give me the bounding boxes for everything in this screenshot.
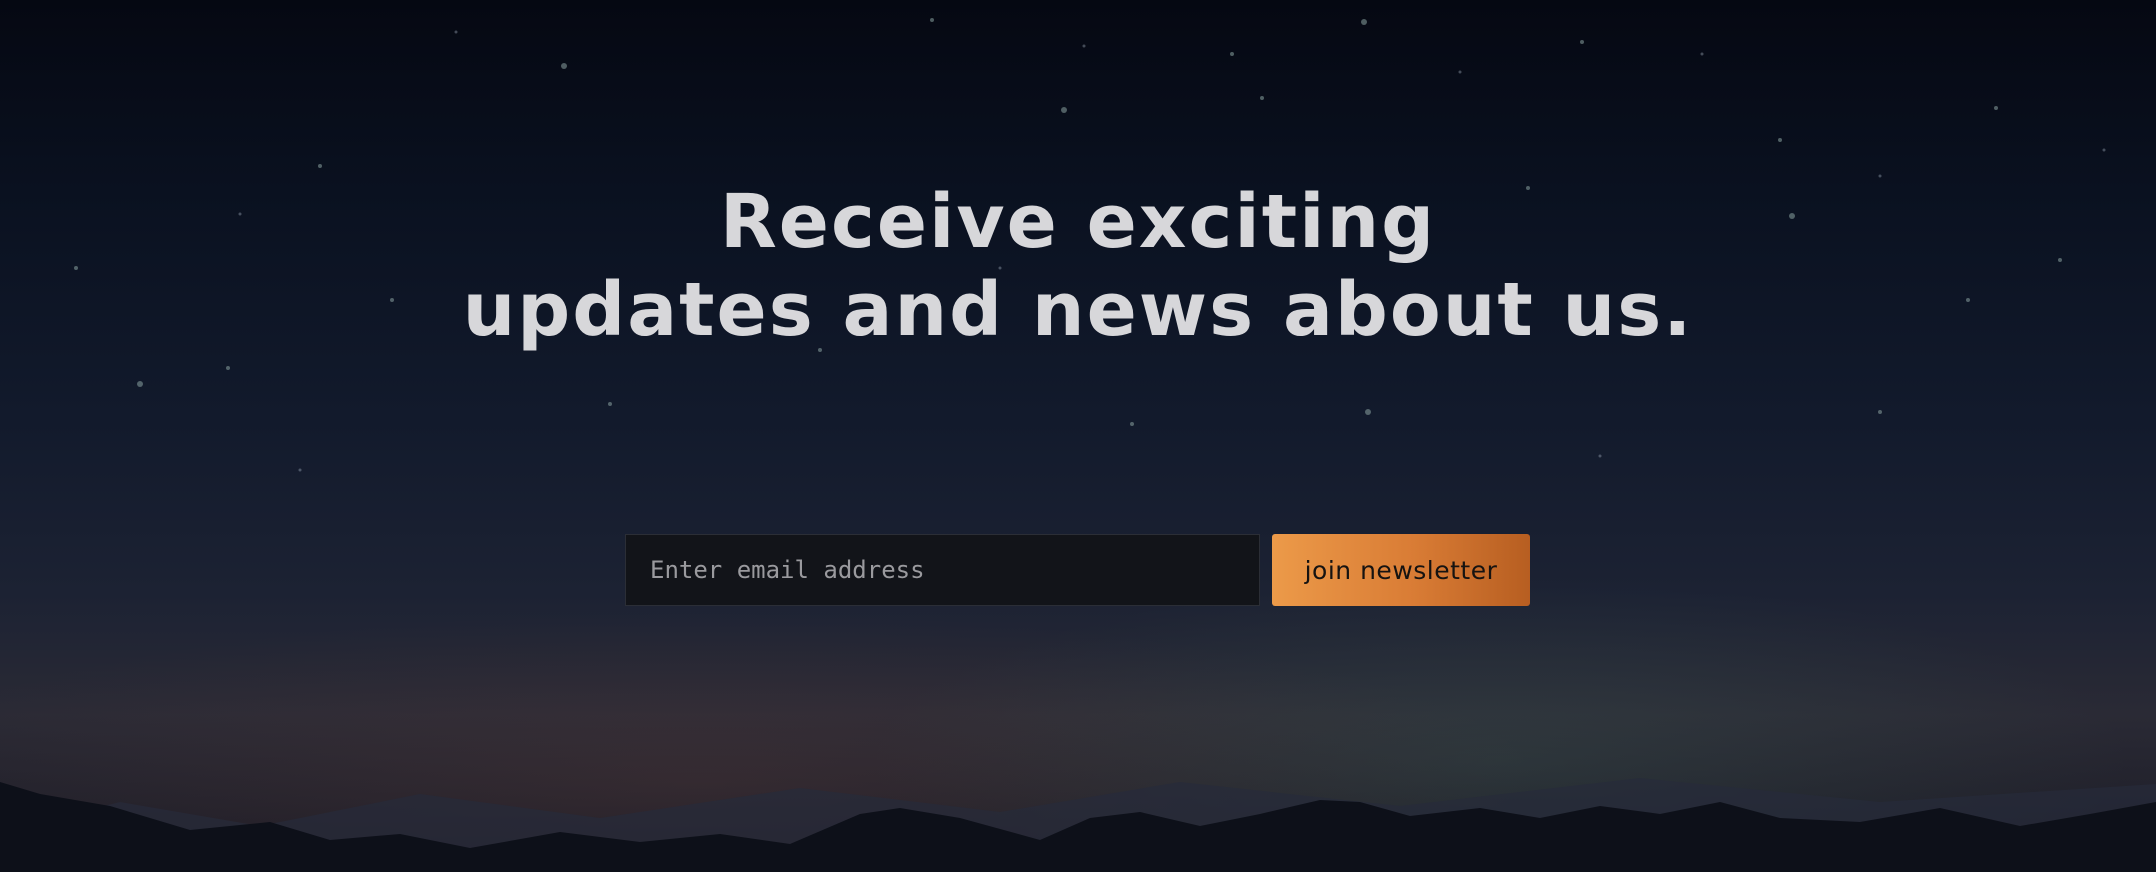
email-input[interactable] bbox=[625, 534, 1260, 606]
headline-line-2: updates and news about us. bbox=[462, 267, 1694, 353]
night-sky-background: Receive exciting updates and news about … bbox=[0, 0, 2156, 872]
headline-line-1: Receive exciting bbox=[719, 179, 1437, 265]
join-newsletter-button[interactable]: join newsletter bbox=[1272, 534, 1530, 606]
mountain-silhouette bbox=[0, 778, 2156, 872]
page-headline: Receive exciting updates and news about … bbox=[0, 178, 2156, 354]
newsletter-form: join newsletter bbox=[625, 534, 1530, 606]
